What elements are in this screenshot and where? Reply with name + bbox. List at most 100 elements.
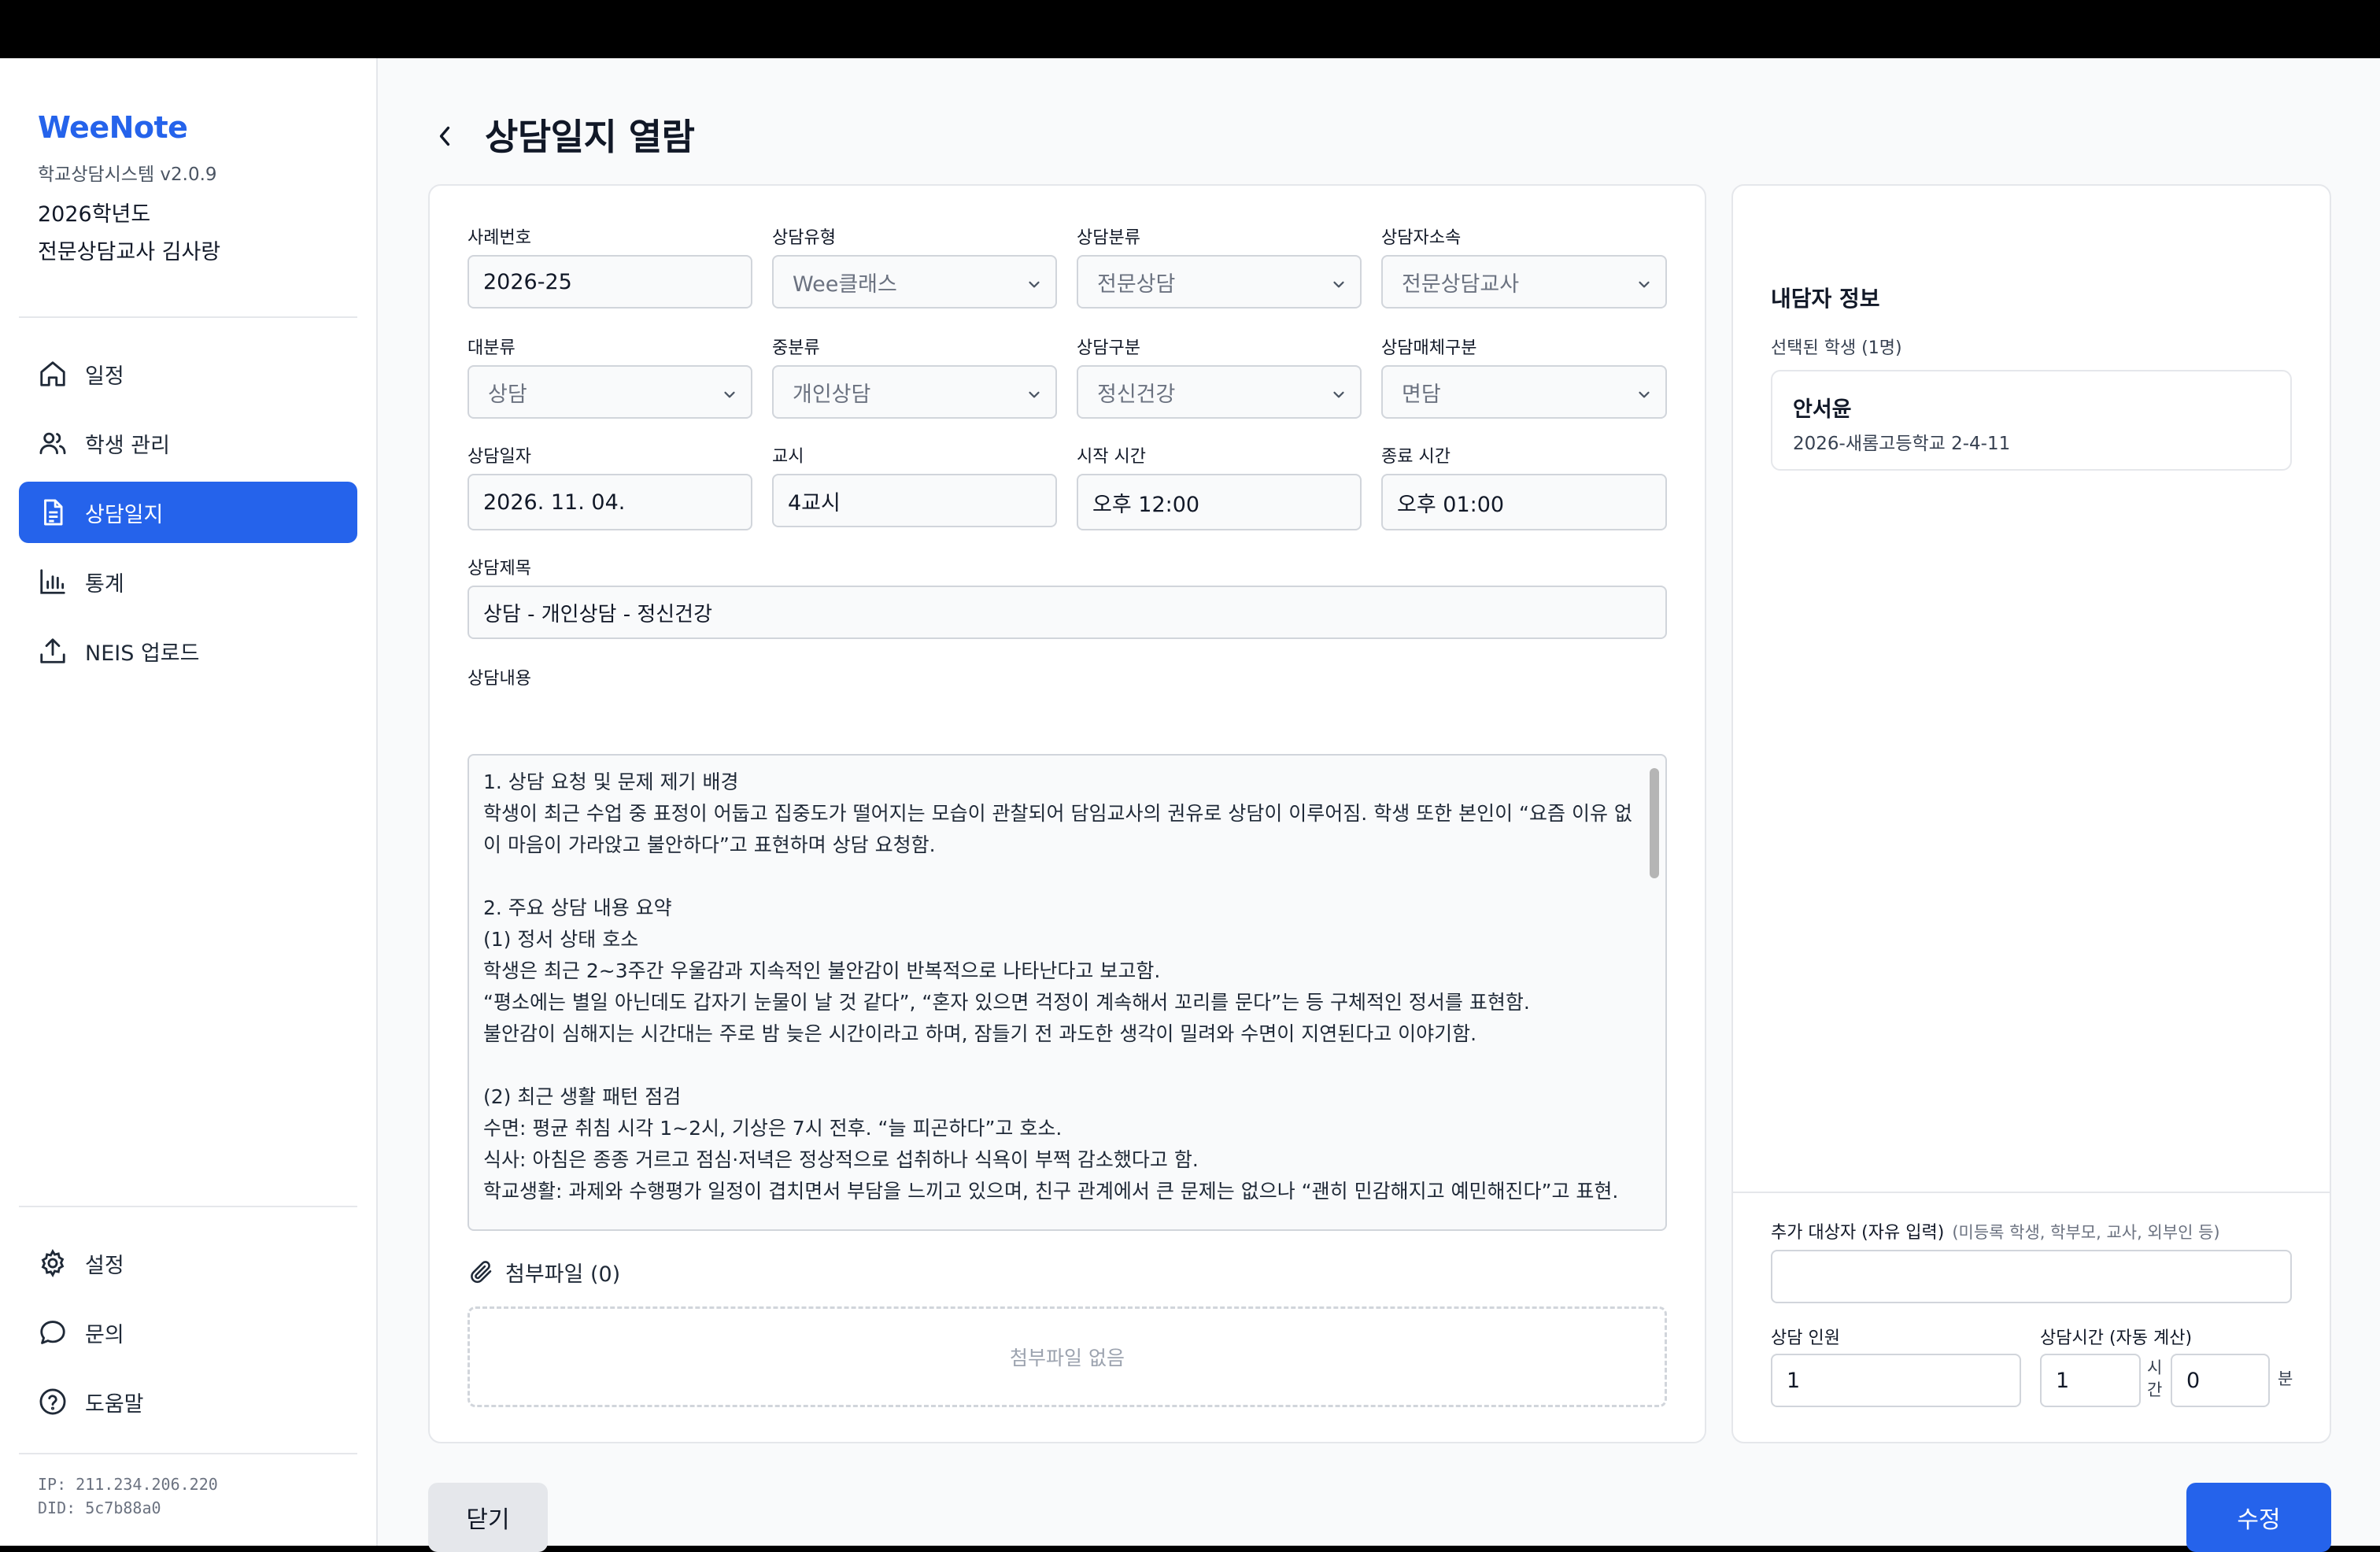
end-time-label: 종료 시간 — [1381, 447, 1451, 467]
help-circle-icon — [39, 1388, 66, 1415]
chevron-left-icon — [439, 126, 450, 146]
back-button[interactable] — [431, 116, 458, 156]
sidebar-divider — [19, 1453, 357, 1454]
extra-participants-input[interactable] — [1771, 1250, 2292, 1303]
period-field[interactable]: 4교시 — [772, 474, 1057, 527]
app-window: WeeNote 학교상담시스템 v2.0.9 2026학년도 전문상담교사 김사… — [0, 58, 2380, 1552]
student-info: 2026-새롬고등학교 2-4-11 — [1793, 434, 2011, 454]
attachments-empty-text: 첨부파일 없음 — [1010, 1347, 1125, 1369]
chevron-down-icon — [1639, 281, 1650, 288]
attachments-header: 첨부파일 (0) — [468, 1258, 620, 1287]
device-id: DID: 5c7b88a0 — [38, 1498, 161, 1517]
gear-icon — [41, 1249, 65, 1277]
upload-icon — [40, 638, 65, 663]
student-card[interactable]: 안서윤 2026-새롬고등학교 2-4-11 — [1771, 370, 2292, 471]
sidebar-item-counseling-log[interactable]: 상담일지 — [19, 482, 357, 543]
case-number-field[interactable]: 2026-25 — [468, 255, 752, 309]
counseling-category-select[interactable]: 전문상담 — [1077, 255, 1362, 309]
sidebar-item-label: 학생 관리 — [85, 433, 170, 458]
chevron-down-icon — [724, 391, 735, 398]
chevron-down-icon — [1333, 281, 1344, 288]
edit-button[interactable]: 수정 — [2186, 1483, 2331, 1552]
counseling-medium-select[interactable]: 면담 — [1381, 365, 1667, 419]
sidebar-item-label: 도움말 — [85, 1391, 144, 1417]
content-scrollbar[interactable] — [1648, 760, 1661, 1228]
scrollbar-thumb[interactable] — [1650, 768, 1659, 878]
sidebar-item-label: 설정 — [85, 1253, 124, 1278]
period-label: 교시 — [772, 447, 804, 467]
participant-count-input[interactable]: 1 — [1771, 1354, 2021, 1407]
minutes-unit-label: 분 — [2278, 1369, 2293, 1388]
start-time-field[interactable]: 오후 12:00 — [1077, 474, 1362, 530]
selected-students-label: 선택된 학생 (1명) — [1771, 338, 1902, 358]
select-value: 개인상담 — [793, 382, 871, 407]
counseling-type-label: 상담유형 — [772, 228, 836, 248]
brand-logo[interactable]: WeeNote — [38, 110, 188, 145]
sidebar-item-statistics[interactable]: 통계 — [19, 551, 357, 612]
major-category-label: 대분류 — [468, 338, 516, 358]
counseling-division-select[interactable]: 정신건강 — [1077, 365, 1362, 419]
sidebar-item-schedule[interactable]: 일정 — [19, 343, 357, 405]
subject-label: 상담제목 — [468, 559, 531, 578]
counseling-medium-label: 상담매체구분 — [1381, 338, 1477, 358]
ip-address: IP: 211.234.206.220 — [38, 1475, 218, 1494]
sidebar-item-settings[interactable]: 설정 — [19, 1232, 357, 1294]
duration-hours-input[interactable]: 1 — [2040, 1354, 2141, 1407]
chevron-down-icon — [1029, 281, 1040, 288]
sidebar-item-label: NEIS 업로드 — [85, 641, 200, 666]
participant-count-label: 상담 인원 — [1771, 1328, 1840, 1348]
home-icon — [40, 361, 65, 386]
counselor-affiliation-label: 상담자소속 — [1381, 228, 1462, 248]
sidebar-item-neis-upload[interactable]: NEIS 업로드 — [19, 620, 357, 682]
chevron-down-icon — [1029, 391, 1040, 398]
sidebar-item-students[interactable]: 학생 관리 — [19, 412, 357, 474]
client-info-title: 내담자 정보 — [1771, 286, 1880, 312]
chat-bubble-icon — [40, 1321, 65, 1344]
middle-category-label: 중분류 — [772, 338, 820, 358]
subject-field[interactable]: 상담 - 개인상담 - 정신건강 — [468, 586, 1667, 639]
sidebar-item-help[interactable]: 도움말 — [19, 1371, 357, 1432]
case-number-label: 사례번호 — [468, 228, 531, 248]
counseling-type-select[interactable]: Wee클래스 — [772, 255, 1057, 309]
hours-unit-2: 간 — [2147, 1380, 2163, 1399]
sidebar-item-label: 일정 — [85, 364, 124, 389]
document-icon — [44, 499, 63, 526]
page-title: 상담일지 열람 — [485, 116, 695, 158]
teacher-name: 전문상담교사 김사랑 — [38, 240, 221, 264]
top-bezel — [0, 0, 2380, 58]
close-button[interactable]: 닫기 — [428, 1483, 548, 1552]
counseling-date-field[interactable]: 2026. 11. 04. — [468, 474, 752, 530]
sidebar-item-inquiry[interactable]: 문의 — [19, 1302, 357, 1363]
counselor-affiliation-select[interactable]: 전문상담교사 — [1381, 255, 1667, 309]
major-category-select[interactable]: 상담 — [468, 365, 752, 419]
content-text: 1. 상담 요청 및 문제 제기 배경 학생이 최근 수업 중 표정이 어둡고 … — [483, 770, 1632, 1203]
select-value: Wee클래스 — [793, 272, 897, 297]
extra-participants-title: 추가 대상자 (자유 입력) — [1771, 1223, 1945, 1243]
content-label: 상담내용 — [468, 669, 531, 689]
duration-label: 상담시간 (자동 계산) — [2040, 1328, 2193, 1348]
counseling-category-label: 상담분류 — [1077, 228, 1140, 248]
select-value: 전문상담교사 — [1402, 272, 1520, 297]
select-value: 정신건강 — [1097, 382, 1176, 407]
users-icon — [39, 432, 66, 455]
app-version: 학교상담시스템 v2.0.9 — [38, 164, 217, 185]
end-time-field[interactable]: 오후 01:00 — [1381, 474, 1667, 530]
chevron-down-icon — [1639, 391, 1650, 398]
extra-participants-hint: (미등록 학생, 학부모, 교사, 외부인 등) — [1952, 1223, 2220, 1242]
content-textarea[interactable]: 1. 상담 요청 및 문제 제기 배경 학생이 최근 수업 중 표정이 어둡고 … — [468, 754, 1667, 1231]
sidebar-item-label: 상담일지 — [85, 502, 164, 527]
duration-minutes-input[interactable]: 0 — [2171, 1354, 2270, 1407]
student-name: 안서윤 — [1793, 397, 1852, 422]
counseling-date-label: 상담일자 — [468, 447, 531, 467]
attachments-dropzone[interactable]: 첨부파일 없음 — [468, 1306, 1667, 1407]
start-time-label: 시작 시간 — [1077, 447, 1146, 467]
middle-category-select[interactable]: 개인상담 — [772, 365, 1057, 419]
select-value: 상담 — [488, 382, 527, 407]
sidebar-item-label: 통계 — [85, 571, 124, 597]
select-value: 전문상담 — [1097, 272, 1176, 297]
paperclip-icon — [471, 1261, 492, 1284]
sidebar-item-label: 문의 — [85, 1322, 124, 1347]
panel-divider — [1731, 1192, 2330, 1193]
select-value: 면담 — [1402, 382, 1441, 407]
sidebar: WeeNote 학교상담시스템 v2.0.9 2026학년도 전문상담교사 김사… — [0, 58, 378, 1546]
